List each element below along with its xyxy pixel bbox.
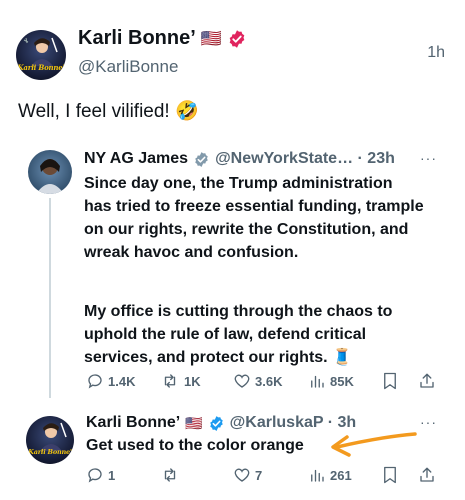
reply-icon bbox=[88, 374, 102, 389]
quoted-paragraph-1: Since day one, the Trump administration … bbox=[84, 175, 424, 261]
author-header: Karli Bonne’ 🇺🇸 bbox=[78, 27, 247, 50]
author-avatar[interactable]: Karli Bonne' bbox=[16, 30, 66, 80]
like-button[interactable]: 3.6K bbox=[233, 372, 282, 390]
share-button[interactable] bbox=[418, 372, 436, 390]
orange-arrow-annotation bbox=[331, 432, 417, 457]
views-count: 85K bbox=[330, 373, 354, 389]
reply-button[interactable]: 1.4K bbox=[86, 372, 135, 390]
thread-connector-line bbox=[49, 198, 51, 398]
reply-avatar-artwork bbox=[40, 422, 67, 451]
quoted-header: NY AG James @NewYorkState… · 23h bbox=[84, 150, 395, 168]
repost-icon bbox=[164, 374, 176, 388]
quoted-handle-time[interactable]: @NewYorkState… · 23h bbox=[215, 150, 395, 168]
heart-icon bbox=[234, 468, 250, 482]
heart-icon bbox=[234, 374, 250, 388]
avatar-artwork bbox=[23, 37, 58, 66]
share-icon bbox=[420, 373, 434, 388]
repost-icon bbox=[164, 468, 176, 482]
reply-reply-count: 1 bbox=[108, 467, 116, 483]
reply-text: Get used to the color orange bbox=[86, 437, 304, 454]
post-timestamp[interactable]: 1h bbox=[427, 44, 445, 62]
reply-flag-icon: 🇺🇸 bbox=[185, 414, 203, 431]
reply-bookmark-button[interactable] bbox=[382, 466, 398, 484]
reply-repost-button[interactable] bbox=[160, 466, 184, 484]
verified-blue-badge-icon bbox=[209, 415, 223, 431]
share-icon bbox=[420, 467, 434, 482]
reply-views-count: 261 bbox=[330, 467, 352, 483]
quoted-paragraph-2: My office is cutting through the chaos t… bbox=[84, 303, 393, 366]
reply-like-button[interactable]: 7 bbox=[233, 466, 262, 484]
reply-author-avatar[interactable]: Karli Bonne' bbox=[26, 416, 74, 464]
repost-count: 1K bbox=[184, 373, 201, 389]
reply-avatar-logo-text: Karli Bonne' bbox=[28, 448, 72, 456]
quoted-author-name[interactable]: NY AG James bbox=[84, 150, 188, 168]
views-button[interactable]: 85K bbox=[308, 372, 354, 390]
quoted-avatar-artwork bbox=[36, 159, 64, 194]
reply-header: Karli Bonne’ 🇺🇸 @KarluskaP · 3h bbox=[86, 414, 356, 432]
flag-icon: 🇺🇸 bbox=[200, 28, 222, 48]
like-count: 3.6K bbox=[255, 373, 283, 389]
views-chart-icon bbox=[311, 375, 324, 388]
reply-more-button[interactable]: ··· bbox=[420, 414, 437, 430]
bookmark-icon bbox=[384, 372, 396, 390]
government-badge-icon bbox=[195, 151, 208, 167]
quoted-more-button[interactable]: ··· bbox=[420, 150, 437, 166]
reply-count: 1.4K bbox=[108, 373, 136, 389]
quoted-author-avatar[interactable] bbox=[28, 150, 72, 194]
repost-button[interactable]: 1K bbox=[160, 372, 201, 390]
author-name[interactable]: Karli Bonne’ bbox=[78, 27, 196, 50]
verified-badge-icon bbox=[229, 29, 245, 48]
author-handle[interactable]: @KarliBonne bbox=[78, 57, 178, 77]
bookmark-icon bbox=[384, 466, 396, 484]
reply-author-name[interactable]: Karli Bonne’ bbox=[86, 414, 180, 432]
reply-views-button[interactable]: 261 bbox=[308, 466, 352, 484]
reply-reply-button[interactable]: 1 bbox=[86, 466, 115, 484]
views-chart-icon bbox=[311, 469, 324, 482]
bookmark-button[interactable] bbox=[382, 372, 398, 390]
avatar-logo-text: Karli Bonne' bbox=[17, 63, 65, 72]
post-text: Well, I feel vilified! 🤣 bbox=[18, 101, 199, 122]
reply-share-button[interactable] bbox=[418, 466, 436, 484]
reply-like-count: 7 bbox=[255, 467, 263, 483]
reply-icon bbox=[88, 468, 102, 483]
